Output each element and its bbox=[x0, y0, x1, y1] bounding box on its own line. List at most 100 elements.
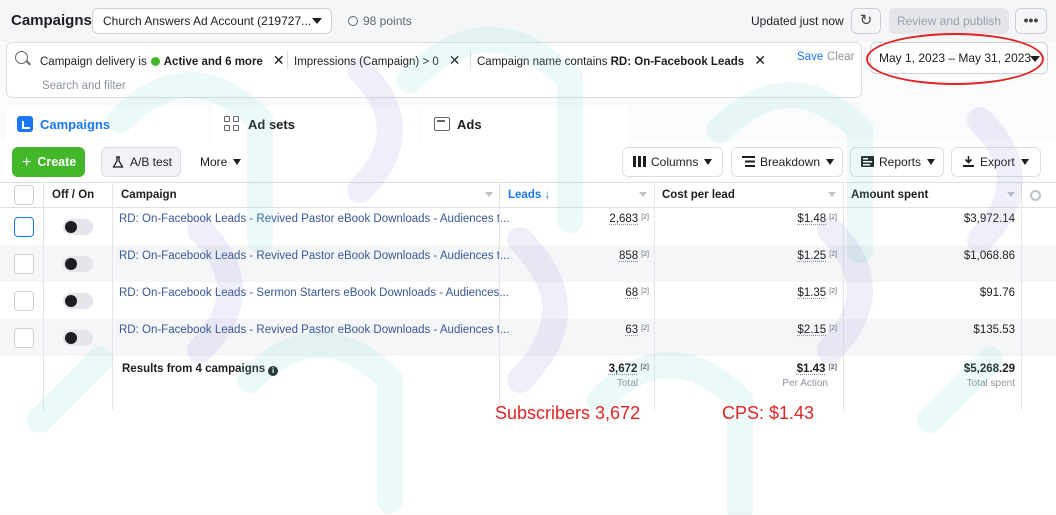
filter-bar[interactable]: Campaign delivery is Active and 6 more ✕ I… bbox=[6, 42, 862, 98]
header-cost-per-lead[interactable]: Cost per lead bbox=[662, 189, 735, 201]
table-row[interactable]: RD: On-Facebook Leads - Revived Pastor e… bbox=[0, 208, 1056, 245]
campaigns-icon bbox=[17, 116, 33, 132]
column-divider bbox=[43, 182, 44, 410]
create-label: Create bbox=[37, 155, 77, 169]
chip-delivery-label: Campaign delivery is bbox=[40, 56, 147, 68]
active-status-dot-icon bbox=[150, 57, 160, 66]
campaigns-table: Off / On Campaign Leads ↓ Cost per lead … bbox=[0, 182, 1056, 512]
cost-per-lead-value: $1.48 [2] bbox=[797, 213, 837, 225]
more-dropdown-button[interactable]: More bbox=[190, 147, 256, 177]
campaign-toggle[interactable] bbox=[63, 293, 93, 309]
leads-value: 2,683 [2] bbox=[609, 213, 649, 225]
export-button[interactable]: Export bbox=[951, 147, 1041, 177]
reports-button[interactable]: Reports bbox=[850, 147, 944, 177]
table-toolbar: + Create A/B test More Columns Breakdown … bbox=[0, 142, 1056, 182]
amount-spent-value: $3,972.14 bbox=[963, 213, 1015, 225]
total-leads-caption: Total bbox=[616, 378, 638, 389]
sort-caret-icon[interactable] bbox=[1007, 192, 1015, 197]
page-title: Campaigns bbox=[11, 12, 92, 29]
more-label: More bbox=[200, 155, 228, 169]
total-cost-per-lead-value: $1.43 [2] bbox=[796, 363, 837, 375]
tab-campaigns-label: Campaigns bbox=[40, 117, 111, 132]
ads-manager-page: Campaigns Church Answers Ad Account (219… bbox=[0, 0, 1056, 515]
filter-chip-campaign-name[interactable]: Campaign name contains RD: On-Facebook L… bbox=[477, 49, 766, 71]
download-icon bbox=[963, 156, 974, 167]
campaign-name-link[interactable]: RD: On-Facebook Leads - Revived Pastor e… bbox=[119, 250, 510, 262]
chevron-down-icon bbox=[826, 159, 835, 165]
column-divider bbox=[654, 182, 655, 410]
date-range-picker[interactable]: May 1, 2023 – May 31, 2023 bbox=[870, 42, 1048, 74]
sort-caret-icon[interactable] bbox=[828, 192, 836, 197]
create-button[interactable]: + Create bbox=[12, 147, 85, 177]
refresh-button[interactable]: ↻ bbox=[851, 8, 881, 34]
header-amount-spent[interactable]: Amount spent bbox=[851, 189, 928, 201]
columns-label: Columns bbox=[651, 155, 699, 169]
column-divider bbox=[499, 182, 500, 410]
campaign-toggle[interactable] bbox=[63, 256, 93, 272]
breakdown-label: Breakdown bbox=[760, 155, 821, 169]
cps-annotation: CPS: $1.43 bbox=[722, 403, 815, 423]
chevron-down-icon bbox=[312, 18, 322, 24]
chevron-down-icon bbox=[1020, 159, 1029, 165]
filter-chip-impressions[interactable]: Impressions (Campaign) > 0 ✕ bbox=[294, 49, 461, 71]
chip-divider bbox=[470, 51, 471, 69]
total-spent-caption: Total spent bbox=[966, 378, 1015, 389]
refresh-icon: ↻ bbox=[859, 12, 873, 29]
tab-ads-label: Ads bbox=[457, 117, 482, 132]
account-selector[interactable]: Church Answers Ad Account (219727... bbox=[92, 8, 332, 34]
campaign-toggle[interactable] bbox=[63, 330, 93, 346]
header-leads[interactable]: Leads ↓ bbox=[508, 189, 550, 201]
remove-filter-close-icon[interactable]: ✕ bbox=[449, 52, 461, 68]
summary-row: Results from 4 campaigns i 3,672 [2] Total… bbox=[0, 356, 1056, 408]
row-checkbox[interactable] bbox=[14, 217, 34, 237]
header-campaign[interactable]: Campaign bbox=[121, 189, 177, 201]
table-row[interactable]: RD: On-Facebook Leads - Sermon Starters … bbox=[0, 282, 1056, 319]
chip-impressions-label: Impressions (Campaign) > 0 bbox=[294, 56, 439, 68]
remove-filter-close-icon[interactable]: ✕ bbox=[273, 52, 285, 68]
table-row[interactable]: RD: On-Facebook Leads - Revived Pastor e… bbox=[0, 319, 1056, 356]
ab-test-button[interactable]: A/B test bbox=[101, 147, 181, 177]
row-checkbox[interactable] bbox=[14, 328, 34, 348]
search-icon bbox=[15, 51, 28, 64]
sort-caret-icon[interactable] bbox=[639, 192, 647, 197]
tab-ad-sets[interactable]: Ad sets bbox=[212, 107, 418, 142]
columns-button[interactable]: Columns bbox=[622, 147, 723, 177]
account-name: Church Answers Ad Account (219727... bbox=[103, 14, 312, 28]
flask-icon bbox=[112, 156, 124, 168]
campaign-name-link[interactable]: RD: On-Facebook Leads - Revived Pastor e… bbox=[119, 324, 510, 336]
campaign-name-link[interactable]: RD: On-Facebook Leads - Revived Pastor e… bbox=[119, 213, 510, 225]
review-and-publish-button[interactable]: Review and publish bbox=[889, 8, 1009, 34]
filter-chip-delivery[interactable]: Campaign delivery is Active and 6 more ✕ bbox=[40, 49, 285, 71]
total-leads-value: 3,672 [2] bbox=[608, 363, 649, 375]
leads-value: 68 [2] bbox=[625, 287, 649, 299]
clear-filter-link[interactable]: Clear bbox=[827, 51, 854, 63]
campaign-name-link[interactable]: RD: On-Facebook Leads - Sermon Starters … bbox=[119, 287, 509, 299]
table-row[interactable]: RD: On-Facebook Leads - Revived Pastor e… bbox=[0, 245, 1056, 282]
subscribers-annotation: Subscribers 3,672 bbox=[495, 403, 641, 423]
plus-icon: + bbox=[22, 154, 32, 171]
column-settings-gear-icon[interactable] bbox=[1030, 190, 1041, 201]
save-filter-link[interactable]: Save bbox=[797, 51, 823, 63]
row-checkbox[interactable] bbox=[14, 291, 34, 311]
campaign-toggle[interactable] bbox=[63, 219, 93, 235]
info-icon[interactable]: i bbox=[268, 366, 279, 376]
row-checkbox[interactable] bbox=[14, 254, 34, 274]
total-amount-spent-value: $5,268.29 bbox=[963, 363, 1015, 375]
search-input[interactable]: Search and filter bbox=[42, 80, 126, 92]
reports-icon bbox=[861, 156, 874, 167]
more-options-button[interactable]: ••• bbox=[1015, 8, 1047, 34]
cost-per-lead-value: $1.35 [2] bbox=[797, 287, 837, 299]
breakdown-button[interactable]: Breakdown bbox=[731, 147, 843, 177]
tab-campaigns[interactable]: Campaigns bbox=[6, 107, 208, 142]
amount-spent-value: $91.76 bbox=[979, 287, 1015, 299]
breakdown-icon bbox=[742, 156, 755, 167]
results-summary-label: Results from 4 campaigns i bbox=[122, 363, 279, 376]
sort-caret-icon[interactable] bbox=[485, 192, 493, 197]
points-indicator[interactable]: 98 points bbox=[348, 14, 412, 28]
select-all-checkbox[interactable] bbox=[14, 185, 34, 205]
export-label: Export bbox=[980, 155, 1015, 169]
tab-ads[interactable]: Ads bbox=[422, 107, 628, 142]
amount-spent-value: $1,068.86 bbox=[963, 250, 1015, 262]
chevron-down-icon bbox=[927, 159, 936, 165]
remove-filter-close-icon[interactable]: ✕ bbox=[754, 52, 766, 68]
